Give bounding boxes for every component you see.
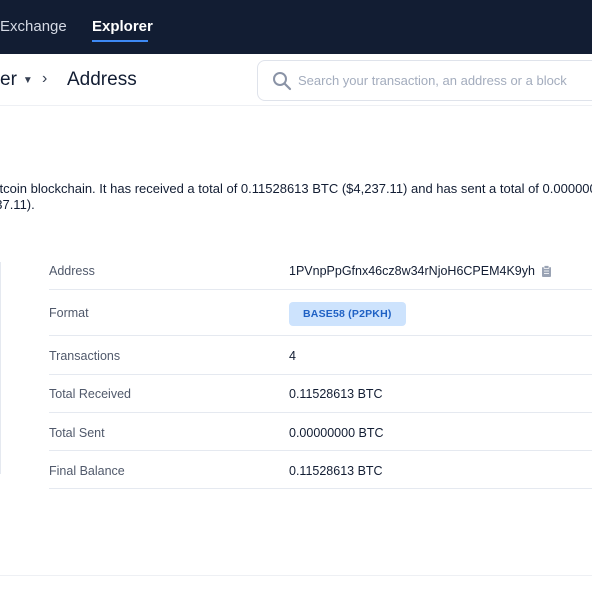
total-received-value: 0.11528613 BTC: [289, 387, 383, 401]
nav-active-indicator: [92, 40, 148, 42]
row-final-balance: Final Balance 0.11528613 BTC: [49, 451, 592, 489]
top-navigation: Exchange Explorer: [0, 0, 592, 54]
total-sent-value: 0.00000000 BTC: [289, 426, 384, 440]
format-badge: BASE58 (P2PKH): [289, 302, 406, 326]
row-format: Format BASE58 (P2PKH): [49, 290, 592, 336]
caret-down-icon: ▼: [22, 74, 33, 86]
row-address: Address 1PVnpPpGfnx46cz8w34rNjoH6CPEM4K9…: [49, 253, 592, 290]
address-value[interactable]: 1PVnpPpGfnx46cz8w34rNjoH6CPEM4K9yh: [289, 264, 535, 278]
address-label: Address: [49, 264, 95, 278]
card-border: [0, 262, 1, 474]
address-value-wrap: 1PVnpPpGfnx46cz8w34rNjoH6CPEM4K9yh: [289, 264, 552, 278]
search-box[interactable]: [257, 60, 592, 101]
address-description: Bitcoin blockchain. It has received a to…: [0, 181, 592, 213]
page-bottom-divider: [0, 575, 592, 576]
final-balance-label: Final Balance: [49, 464, 125, 478]
total-received-label: Total Received: [49, 387, 131, 401]
transactions-label: Transactions: [49, 349, 121, 363]
search-icon: [273, 71, 292, 90]
breadcrumb-parent-dropdown[interactable]: er ▼: [0, 69, 33, 91]
breadcrumb-parent-label: er: [0, 69, 17, 90]
clipboard-icon[interactable]: [541, 265, 552, 277]
address-details-table: Address 1PVnpPpGfnx46cz8w34rNjoH6CPEM4K9…: [49, 253, 592, 489]
row-total-sent: Total Sent 0.00000000 BTC: [49, 413, 592, 451]
row-total-received: Total Received 0.11528613 BTC: [49, 375, 592, 413]
format-label: Format: [49, 306, 89, 320]
search-input[interactable]: [298, 73, 592, 88]
total-sent-label: Total Sent: [49, 426, 105, 440]
nav-explorer[interactable]: Explorer: [92, 18, 153, 35]
nav-exchange[interactable]: Exchange: [0, 18, 67, 35]
row-transactions: Transactions 4: [49, 336, 592, 375]
page-title: Address: [67, 69, 137, 90]
final-balance-value: 0.11528613 BTC: [289, 464, 383, 478]
chevron-right-icon: ›: [42, 70, 48, 87]
format-value-wrap: BASE58 (P2PKH): [289, 302, 406, 326]
description-line-2: 237.11).: [0, 197, 35, 212]
transactions-value: 4: [289, 349, 296, 363]
description-line-1: Bitcoin blockchain. It has received a to…: [0, 181, 592, 196]
